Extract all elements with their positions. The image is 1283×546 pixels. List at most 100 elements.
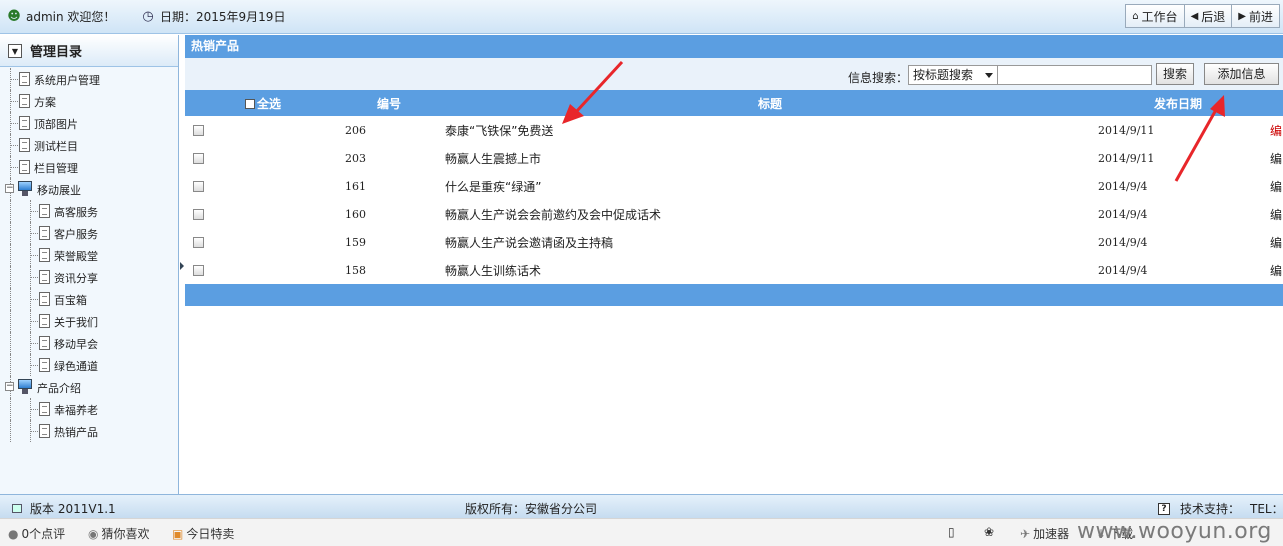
row-edit-link[interactable]: 编 — [1270, 256, 1283, 284]
sidebar-item-label: 幸福养老 — [54, 404, 98, 417]
tree-line — [10, 332, 11, 354]
sidebar-item[interactable]: 荣誉殿堂 — [0, 244, 178, 266]
sidebar-item[interactable]: 顶部图片 — [0, 112, 178, 134]
row-title-link[interactable]: 泰康“飞铁保”免费送 — [445, 116, 1095, 144]
search-input[interactable] — [997, 65, 1152, 85]
help-icon[interactable]: ? — [1158, 502, 1170, 515]
tel-label: TEL： — [1250, 502, 1283, 516]
row-date: 2014/9/4 — [1098, 235, 1148, 249]
leaf-icon[interactable]: ❀ — [984, 525, 994, 539]
sidebar-item[interactable]: 幸福养老 — [0, 398, 178, 420]
row-checkbox[interactable] — [193, 181, 204, 192]
sidebar-item[interactable]: 移动早会 — [0, 332, 178, 354]
back-button[interactable]: ◀ 后退 — [1183, 4, 1233, 28]
forward-arrow-icon: ▶ — [1238, 10, 1246, 22]
forward-button[interactable]: ▶ 前进 — [1231, 4, 1280, 28]
row-checkbox[interactable] — [193, 209, 204, 220]
sidebar: ▼ 管理目录 系统用户管理 方案 顶部图片 测试栏目栏目管理 − 移动展业 高客服务客户服务… — [0, 35, 179, 494]
heart-icon: ◉ — [88, 526, 99, 541]
products-table: 全选 编号 标题 发布日期 206 泰康“飞铁保”免费送 2014/9/11 编 203… — [185, 90, 1283, 284]
sidebar-item[interactable]: 方案 — [0, 90, 178, 112]
sidebar-item[interactable]: 关于我们 — [0, 310, 178, 332]
sidebar-item[interactable]: − 移动展业 — [0, 178, 178, 200]
sidebar-item-label: 客户服务 — [54, 228, 98, 241]
row-checkbox[interactable] — [193, 237, 204, 248]
sidebar-item[interactable]: 百宝箱 — [0, 288, 178, 310]
tree-line — [10, 310, 11, 332]
document-icon — [39, 336, 50, 350]
sidebar-item[interactable]: 热销产品 — [0, 420, 178, 442]
row-id: 203 — [345, 151, 366, 165]
table-row: 159 畅赢人生产说会邀请函及主持稿 2014/9/4 编 — [185, 228, 1283, 256]
sidebar-item[interactable]: 客户服务 — [0, 222, 178, 244]
document-icon — [19, 72, 30, 86]
search-type-select[interactable]: 按标题搜索 — [908, 65, 998, 85]
workbench-button[interactable]: ⌂ 工作台 — [1125, 4, 1185, 28]
accelerator-item[interactable]: ✈ 加速器 — [1020, 525, 1069, 542]
deals-item[interactable]: ▣ 今日特卖 — [172, 525, 234, 542]
table-row: 158 畅赢人生训练话术 2014/9/4 编 — [185, 256, 1283, 284]
sidebar-item-label: 资讯分享 — [54, 272, 98, 285]
document-icon — [39, 402, 50, 416]
row-checkbox[interactable] — [193, 265, 204, 276]
sidebar-item[interactable]: 高客服务 — [0, 200, 178, 222]
document-icon — [19, 94, 30, 108]
user-greeting-text: admin 欢迎您！ — [26, 10, 116, 24]
select-all-header[interactable]: 全选 — [185, 90, 345, 116]
row-edit-link[interactable]: 编 — [1270, 172, 1283, 200]
table-row: 160 畅赢人生产说会会前邀约及会中促成话术 2014/9/4 编 — [185, 200, 1283, 228]
row-edit-link[interactable]: 编 — [1270, 228, 1283, 256]
row-edit-link[interactable]: 编 — [1270, 200, 1283, 228]
sidebar-item[interactable]: 栏目管理 — [0, 156, 178, 178]
document-icon — [39, 358, 50, 372]
select-all-checkbox[interactable] — [245, 99, 255, 109]
sidebar-item-label: 关于我们 — [54, 316, 98, 329]
row-checkbox[interactable] — [193, 125, 204, 136]
row-date: 2014/9/11 — [1098, 123, 1155, 137]
sidebar-item[interactable]: 系统用户管理 — [0, 68, 178, 90]
table-header-row: 全选 编号 标题 发布日期 — [185, 90, 1283, 116]
plane-icon: ✈ — [1020, 526, 1031, 541]
expand-toggle-icon[interactable]: − — [5, 382, 14, 391]
row-date: 2014/9/11 — [1098, 151, 1155, 165]
guess-item[interactable]: ◉ 猜你喜欢 — [88, 525, 150, 542]
nav-buttons: ⌂ 工作台 ◀ 后退 ▶ 前进 — [1125, 4, 1280, 28]
document-icon — [19, 160, 30, 174]
id-header: 编号 — [377, 96, 402, 111]
collapse-toggle-icon[interactable]: ▼ — [8, 43, 22, 58]
comments-item[interactable]: ● 0个点评 — [8, 525, 65, 542]
deals-label: 今日特卖 — [186, 527, 235, 541]
row-edit-link[interactable]: 编 — [1270, 144, 1283, 172]
document-icon — [39, 292, 50, 306]
top-bar: ☻ admin 欢迎您！ ◷ 日期：2015年9月19日 ⌂ 工作台 ◀ 后退 … — [0, 0, 1283, 34]
phone-icon[interactable]: ▯ — [948, 525, 955, 539]
table-row: 206 泰康“飞铁保”免费送 2014/9/11 编 — [185, 116, 1283, 144]
row-title-link[interactable]: 畅赢人生产说会会前邀约及会中促成话术 — [445, 200, 1095, 228]
row-title-link[interactable]: 什么是重疾“绿通” — [445, 172, 1095, 200]
sidebar-title: 管理目录 — [30, 45, 83, 60]
document-icon — [39, 270, 50, 284]
sidebar-item-label: 百宝箱 — [54, 294, 87, 307]
row-edit-link[interactable]: 编 — [1270, 116, 1283, 144]
search-label: 信息搜索： — [848, 71, 909, 85]
search-button[interactable]: 搜索 — [1156, 63, 1194, 85]
search-bar: 信息搜索： 按标题搜索 搜索 添加信息 — [185, 58, 1283, 90]
watermark-text: www.wooyun.org — [1077, 519, 1272, 544]
sidebar-item[interactable]: 绿色通道 — [0, 354, 178, 376]
add-info-button[interactable]: 添加信息 — [1204, 63, 1279, 85]
user-icon: ☻ — [7, 8, 21, 24]
row-checkbox[interactable] — [193, 153, 204, 164]
row-title-link[interactable]: 畅赢人生训练话术 — [445, 256, 1095, 284]
expand-toggle-icon[interactable]: − — [5, 184, 14, 193]
sidebar-item-label: 产品介绍 — [37, 382, 81, 395]
sidebar-item[interactable]: 资讯分享 — [0, 266, 178, 288]
computer-icon — [18, 181, 32, 197]
row-title-link[interactable]: 畅赢人生震撼上市 — [445, 144, 1095, 172]
date-text: 日期：2015年9月19日 — [160, 10, 286, 24]
sidebar-item[interactable]: − 产品介绍 — [0, 376, 178, 398]
date-display: ◷ 日期：2015年9月19日 — [140, 8, 285, 25]
sidebar-item[interactable]: 测试栏目 — [0, 134, 178, 156]
row-title-link[interactable]: 畅赢人生产说会邀请函及主持稿 — [445, 228, 1095, 256]
sidebar-header[interactable]: ▼ 管理目录 — [0, 35, 178, 67]
sidebar-item-label: 栏目管理 — [34, 162, 78, 175]
